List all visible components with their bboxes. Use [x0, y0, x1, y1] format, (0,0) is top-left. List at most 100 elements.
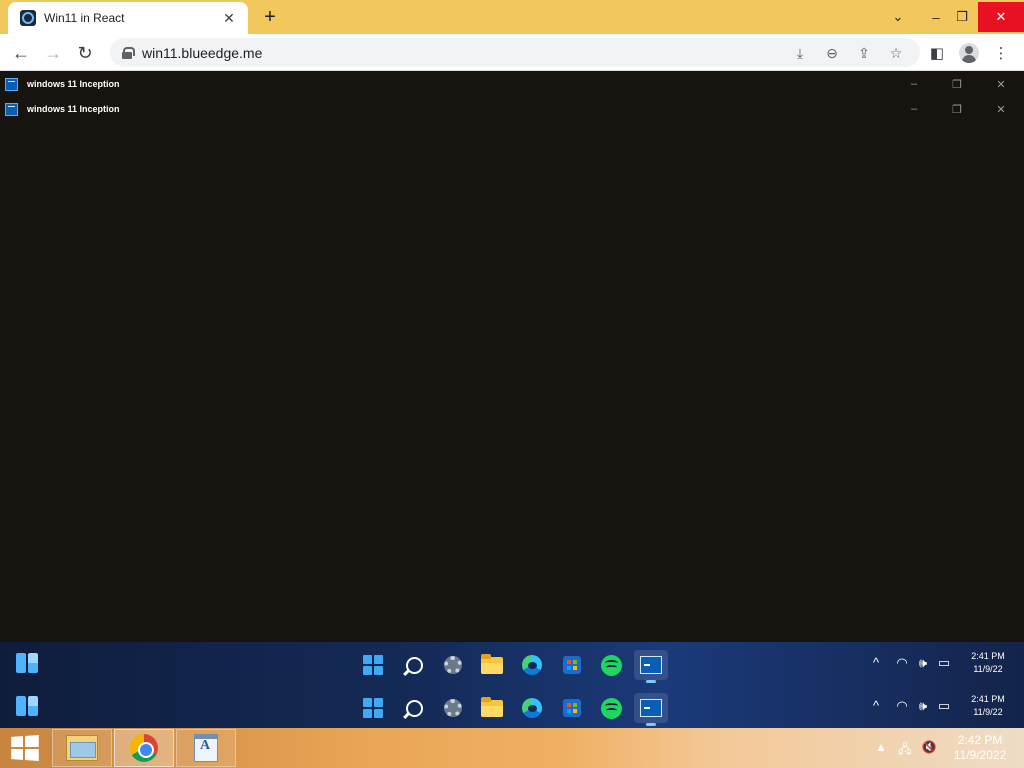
terminal-window-icon: [5, 102, 18, 116]
edge-button[interactable]: [515, 650, 549, 680]
clock-time: 2:41 PM: [971, 694, 1005, 704]
address-bar[interactable]: win11.blueedge.me ⤓ ⊖ ⇪ ☆: [110, 38, 920, 67]
side-panel-icon[interactable]: ◧: [926, 42, 948, 64]
window-maximize-button[interactable]: ❐: [949, 76, 965, 92]
clock-time: 2:41 PM: [971, 651, 1005, 661]
window-titlebar[interactable]: windows 11 Inception – ❐ ✕: [0, 98, 1024, 120]
window-maximize-button[interactable]: ❐: [949, 101, 965, 117]
search-button[interactable]: [397, 650, 431, 680]
win11-taskbar: ^ ◠ 🕪 ▭ 2:41 PM 11/9/22: [0, 685, 1024, 728]
terminal-icon: [640, 699, 662, 717]
bookmark-star-icon[interactable]: ☆: [886, 43, 906, 63]
window-titlebar[interactable]: windows 11 Inception – ❐ ✕: [0, 73, 1024, 95]
window-title: windows 11 Inception: [27, 104, 120, 114]
volume-icon[interactable]: 🕪: [914, 698, 932, 714]
terminal-window-icon: [5, 77, 18, 91]
store-icon: [563, 656, 581, 674]
host-file-explorer-button[interactable]: [52, 729, 112, 767]
host-chrome-button[interactable]: [114, 729, 174, 767]
search-icon: [405, 656, 423, 674]
tab-search-chevron-icon[interactable]: ⌄: [880, 2, 916, 32]
profile-icon: [959, 43, 979, 63]
spotify-icon: [600, 697, 622, 719]
volume-icon[interactable]: 🕪: [914, 655, 932, 671]
clock-date: 11/9/22: [973, 707, 1003, 717]
close-window-button[interactable]: ✕: [978, 2, 1024, 32]
spotify-icon: [600, 654, 622, 676]
profile-avatar[interactable]: [958, 42, 980, 64]
tab-title: Win11 in React: [44, 11, 125, 25]
network-icon[interactable]: 🖧: [897, 740, 913, 761]
terminal-icon: [640, 656, 662, 674]
store-icon: [563, 699, 581, 717]
spotify-button[interactable]: [594, 650, 628, 680]
gear-icon: [444, 699, 462, 717]
browser-menu-icon[interactable]: ⋮: [990, 42, 1012, 64]
wifi-icon[interactable]: ◠: [893, 698, 911, 714]
host-clock[interactable]: 2:42 PM 11/9/2022: [940, 733, 1020, 763]
windows-logo-icon: [363, 698, 383, 718]
window-title: windows 11 Inception: [27, 79, 120, 89]
clock-date: 11/9/22: [973, 664, 1003, 674]
reload-button[interactable]: ↻: [72, 40, 98, 66]
windows-logo-icon: [363, 655, 383, 675]
lock-icon[interactable]: [122, 46, 135, 59]
taskbar-clock[interactable]: 2:41 PM 11/9/22: [956, 650, 1020, 676]
battery-icon[interactable]: ▭: [935, 698, 953, 714]
window-minimize-button[interactable]: –: [906, 101, 922, 117]
browser-title-bar: Win11 in React ✕ + ⌄ – ❐ ✕: [0, 0, 1024, 34]
zoom-out-icon[interactable]: ⊖: [822, 43, 842, 63]
edge-icon: [522, 655, 542, 675]
window-minimize-button[interactable]: –: [906, 76, 922, 92]
folder-icon: [481, 653, 503, 674]
battery-icon[interactable]: ▭: [935, 655, 953, 671]
file-explorer-button[interactable]: [475, 693, 509, 723]
back-button[interactable]: ←: [8, 40, 34, 66]
start-button[interactable]: [356, 693, 390, 723]
widgets-icon[interactable]: [16, 653, 38, 673]
store-button[interactable]: [555, 650, 589, 680]
browser-toolbar: ← → ↻ win11.blueedge.me ⤓ ⊖ ⇪ ☆ ◧ ⋮: [0, 34, 1024, 71]
volume-muted-icon[interactable]: 🔇: [921, 740, 937, 754]
file-explorer-button[interactable]: [475, 650, 509, 680]
terminal-button[interactable]: [634, 693, 668, 726]
host-taskbar: ▲ 🖧 🔇 2:42 PM 11/9/2022: [0, 728, 1024, 768]
window-close-button[interactable]: ✕: [993, 76, 1009, 92]
chrome-icon: [130, 734, 158, 762]
taskbar-clock[interactable]: 2:41 PM 11/9/22: [956, 693, 1020, 719]
host-start-button[interactable]: [11, 735, 39, 761]
browser-tab[interactable]: Win11 in React ✕: [8, 2, 248, 34]
terminal-button[interactable]: [634, 650, 668, 683]
search-button[interactable]: [397, 693, 431, 723]
new-tab-button[interactable]: +: [259, 6, 281, 28]
start-button[interactable]: [356, 650, 390, 680]
edge-button[interactable]: [515, 693, 549, 723]
tray-chevron-icon[interactable]: ^: [867, 655, 885, 670]
download-icon[interactable]: ⤓: [790, 43, 810, 63]
url-text[interactable]: win11.blueedge.me: [142, 45, 262, 61]
settings-button[interactable]: [436, 693, 470, 723]
widgets-icon[interactable]: [16, 696, 38, 716]
wifi-icon[interactable]: ◠: [893, 655, 911, 671]
file-explorer-icon: [66, 735, 98, 761]
folder-icon: [481, 696, 503, 717]
store-button[interactable]: [555, 693, 589, 723]
tab-close-icon[interactable]: ✕: [220, 10, 238, 27]
host-tray-chevron-icon[interactable]: ▲: [873, 740, 889, 754]
restore-window-button[interactable]: ❐: [944, 2, 980, 32]
win11-taskbar: ^ ◠ 🕪 ▭ 2:41 PM 11/9/22: [0, 642, 1024, 685]
host-clock-date: 11/9/2022: [953, 748, 1007, 762]
site-favicon-icon: [20, 10, 36, 26]
gear-icon: [444, 656, 462, 674]
tray-chevron-icon[interactable]: ^: [867, 698, 885, 713]
host-clock-time: 2:42 PM: [957, 733, 1003, 747]
spotify-button[interactable]: [594, 693, 628, 723]
edge-icon: [522, 698, 542, 718]
share-icon[interactable]: ⇪: [854, 43, 874, 63]
settings-button[interactable]: [436, 650, 470, 680]
forward-button[interactable]: →: [40, 40, 66, 66]
search-icon: [405, 699, 423, 717]
window-close-button[interactable]: ✕: [993, 101, 1009, 117]
wordpad-icon: [194, 734, 218, 762]
host-wordpad-button[interactable]: [176, 729, 236, 767]
